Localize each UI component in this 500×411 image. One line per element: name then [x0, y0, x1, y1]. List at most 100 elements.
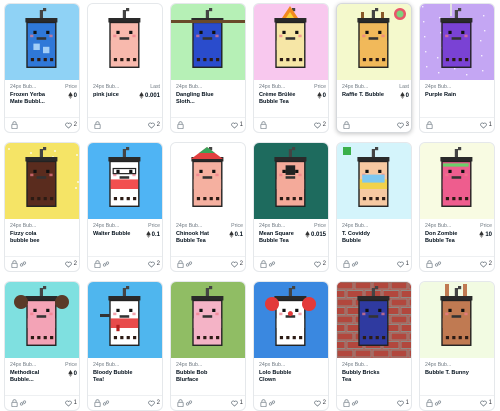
favorite-button[interactable]: 1 [396, 260, 409, 268]
nft-card[interactable]: 24px Bub... Lolo Bubble Clown 2 [253, 281, 329, 411]
collection-name[interactable]: 24px Bub... [259, 362, 297, 368]
nft-image[interactable] [88, 4, 162, 80]
card-info: 24px Bub... Chinook Hat Bubble Tea Price… [171, 223, 245, 257]
favorite-button[interactable]: 2 [64, 121, 77, 129]
item-name[interactable]: Crème Brûlée Bubble Tea [259, 92, 303, 107]
favorite-button[interactable]: 2 [147, 260, 160, 268]
nft-card[interactable]: 24px Bub... Fizzy cola bubble bee 2 [4, 142, 80, 272]
collection-name[interactable]: 24px Bub... [10, 223, 48, 229]
item-name[interactable]: Bubble Bob Blurface [176, 370, 220, 385]
lock-icon [426, 399, 433, 407]
nft-image[interactable] [254, 4, 328, 80]
favorite-button[interactable]: 1 [230, 399, 243, 407]
collection-name[interactable]: 24px Bub... [425, 223, 463, 229]
nft-card[interactable]: 24px Bub... pink juice Last 0.001 2 [87, 3, 163, 133]
collection-name[interactable]: 24px Bub... [259, 84, 297, 90]
collection-name[interactable]: 24px Bub... [342, 362, 380, 368]
nft-image[interactable] [171, 282, 245, 358]
item-name[interactable]: Don Zombie Bubble Tea [425, 231, 469, 246]
item-name[interactable]: Bubble T. Bunny [425, 370, 469, 377]
nft-image[interactable] [420, 143, 494, 219]
collection-name[interactable]: 24px Bub... [93, 84, 131, 90]
favorite-button[interactable]: 1 [479, 121, 492, 129]
item-name[interactable]: Frozen Yerba Mate Bubbl... [10, 92, 54, 107]
nft-image[interactable] [88, 143, 162, 219]
nft-image[interactable] [337, 143, 411, 219]
card-info: 24px Bub... Bubbly Bricks Tea [337, 362, 411, 396]
item-name[interactable]: T. Coviddy Bubble [342, 231, 386, 246]
nft-card[interactable]: 24px Bub... Chinook Hat Bubble Tea Price… [170, 142, 246, 272]
item-name[interactable]: Purple Rain [425, 92, 469, 99]
favorite-button[interactable]: 2 [230, 260, 243, 268]
item-name[interactable]: Walter Bubble [93, 231, 137, 238]
item-name[interactable]: Methodical Bubble... [10, 370, 54, 385]
item-name[interactable]: Lolo Bubble Clown [259, 370, 303, 385]
nft-card[interactable]: 24px Bub... Bubble T. Bunny 1 [419, 281, 495, 411]
nft-card[interactable]: 24px Bub... Walter Bubble Price 0.1 2 [87, 142, 163, 272]
favorite-button[interactable]: 2 [313, 260, 326, 268]
collection-name[interactable]: 24px Bub... [259, 223, 297, 229]
nft-image[interactable] [337, 282, 411, 358]
favorite-button[interactable]: 2 [64, 260, 77, 268]
favorite-button[interactable]: 2 [147, 399, 160, 407]
collection-name[interactable]: 24px Bub... [93, 362, 131, 368]
item-name[interactable]: Fizzy cola bubble bee [10, 231, 54, 246]
nft-card[interactable]: 24px Bub... Raffie T. Bubble Last 0 3 [336, 3, 412, 133]
nft-image[interactable] [171, 4, 245, 80]
collection-name[interactable]: 24px Bub... [176, 223, 214, 229]
price-amount: 0.1 [234, 231, 243, 238]
nft-image[interactable] [254, 143, 328, 219]
favorite-button[interactable]: 1 [64, 399, 77, 407]
card-info: 24px Bub... Methodical Bubble... Price 0 [5, 362, 79, 396]
item-name[interactable]: Mean Square Bubble Tea [259, 231, 303, 246]
nft-image[interactable] [420, 282, 494, 358]
nft-card[interactable]: 24px Bub... Mean Square Bubble Tea Price… [253, 142, 329, 272]
item-name[interactable]: pink juice [93, 92, 137, 99]
like-count: 1 [239, 122, 243, 128]
nft-card[interactable]: 24px Bub... Frozen Yerba Mate Bubbl... P… [4, 3, 80, 133]
nft-card[interactable]: 24px Bub... Crème Brûlée Bubble Tea Pric… [253, 3, 329, 133]
nft-card[interactable]: 24px Bub... T. Coviddy Bubble 1 [336, 142, 412, 272]
nft-image[interactable] [88, 282, 162, 358]
nft-image[interactable] [254, 282, 328, 358]
collection-name[interactable]: 24px Bub... [342, 223, 380, 229]
collection-name[interactable]: 24px Bub... [10, 362, 48, 368]
nft-image[interactable] [337, 4, 411, 80]
item-name[interactable]: Dangling Blue Sloth... [176, 92, 220, 107]
nft-card[interactable]: 24px Bub... Bubble Bob Blurface 1 [170, 281, 246, 411]
collection-name[interactable]: 24px Bub... [176, 362, 214, 368]
item-name[interactable]: Raffie T. Bubble [342, 92, 386, 99]
collection-name[interactable]: 24px Bub... [342, 84, 380, 90]
collection-name[interactable]: 24px Bub... [93, 223, 131, 229]
lock-icon [260, 121, 267, 129]
collection-name[interactable]: 24px Bub... [10, 84, 48, 90]
nft-card[interactable]: 24px Bub... Bloody Bubble Tea! 2 [87, 281, 163, 411]
collection-name[interactable]: 24px Bub... [425, 84, 463, 90]
favorite-button[interactable]: 2 [479, 260, 492, 268]
nft-card[interactable]: 24px Bub... Dangling Blue Sloth... 1 [170, 3, 246, 133]
item-name[interactable]: Chinook Hat Bubble Tea [176, 231, 220, 246]
nft-card[interactable]: 24px Bub... Don Zombie Bubble Tea Price … [419, 142, 495, 272]
nft-card[interactable]: 24px Bub... Bubbly Bricks Tea 1 [336, 281, 412, 411]
nft-image[interactable] [171, 143, 245, 219]
collection-name[interactable]: 24px Bub... [425, 362, 463, 368]
favorite-button[interactable]: 1 [230, 121, 243, 129]
collection-name[interactable]: 24px Bub... [176, 84, 214, 90]
favorite-button[interactable]: 1 [479, 399, 492, 407]
nft-image[interactable] [5, 143, 79, 219]
favorite-button[interactable]: 2 [147, 121, 160, 129]
nft-image[interactable] [5, 4, 79, 80]
nft-card[interactable]: 24px Bub... Methodical Bubble... Price 0 [4, 281, 80, 411]
price-value: 0.1 [145, 231, 160, 238]
favorite-button[interactable]: 2 [313, 399, 326, 407]
item-name[interactable]: Bubbly Bricks Tea [342, 370, 386, 385]
favorite-button[interactable]: 1 [396, 399, 409, 407]
favorite-button[interactable]: 2 [313, 121, 326, 129]
favorite-button[interactable]: 3 [396, 121, 409, 129]
price-value: 0 [67, 370, 77, 377]
item-name[interactable]: Bloody Bubble Tea! [93, 370, 137, 385]
nft-image[interactable] [5, 282, 79, 358]
nft-card[interactable]: 24px Bub... Purple Rain 1 [419, 3, 495, 133]
nft-image[interactable] [420, 4, 494, 80]
heart-icon [64, 122, 72, 128]
